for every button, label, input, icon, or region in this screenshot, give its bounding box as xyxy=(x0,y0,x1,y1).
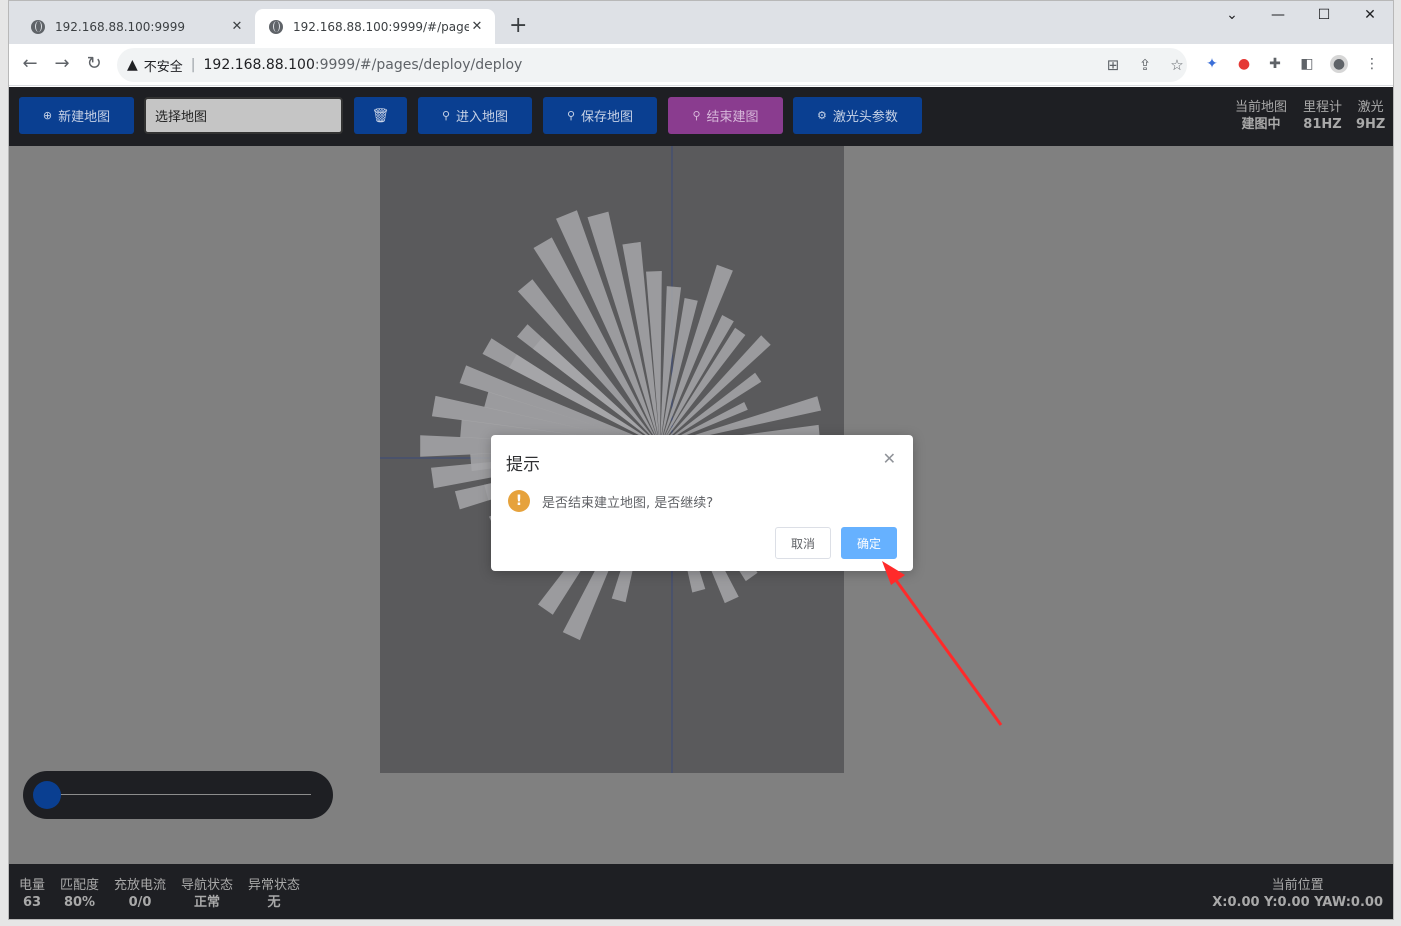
new-tab-icon[interactable]: + xyxy=(509,14,527,38)
url-path: :9999/#/pages/deploy/deploy xyxy=(314,57,523,73)
stat-value: X:0.00 Y:0.00 YAW:0.00 xyxy=(1212,895,1383,910)
tab-title: 192.168.88.100:9999/#/pages/ xyxy=(293,19,469,34)
location-pin-icon: ⚲ xyxy=(566,109,576,122)
slider-track[interactable] xyxy=(47,794,311,795)
app-viewport: ⊕ 新建地图 选择地图 🗑 ⚲ 进入地图 ⚲ 保存地图 ⚲ 结束建图 ⚙ 激光头… xyxy=(9,87,1393,919)
forward-icon[interactable]: → xyxy=(51,54,73,74)
browser-toolbar: ← → ↻ ▲ 不安全 | 192.168.88.100:9999/#/page… xyxy=(9,44,1393,86)
stat-label: 电量 xyxy=(19,878,46,893)
trash-icon: 🗑 xyxy=(371,107,390,124)
extensions-puzzle-icon[interactable]: ✚ xyxy=(1266,55,1284,73)
stat-label: 匹配度 xyxy=(60,878,100,893)
globe-icon xyxy=(269,19,283,34)
menu-kebab-icon[interactable]: ⋮ xyxy=(1363,55,1381,73)
stat-value: 80% xyxy=(63,895,96,910)
extension-chat-icon[interactable]: ● xyxy=(1235,55,1253,73)
share-icon[interactable]: ⇪ xyxy=(1135,56,1155,74)
app-bottombar: 电量 63 匹配度 80% 充放电流 0/0 导航状态 正常 异常状态 无 当前… xyxy=(9,864,1393,919)
stat-label: 异常状态 xyxy=(248,878,301,893)
end-build-label: 结束建图 xyxy=(706,110,759,125)
extension-bird-icon[interactable]: ✦ xyxy=(1203,55,1221,73)
back-icon[interactable]: ← xyxy=(19,54,41,74)
enter-map-label: 进入地图 xyxy=(456,110,509,125)
side-panel-icon[interactable]: ◧ xyxy=(1298,55,1316,73)
stat-laser: 激光 9HZ xyxy=(1356,99,1385,133)
confirm-dialog: 提示 ✕ ! 是否结束建立地图, 是否继续? 取消 确定 xyxy=(491,435,913,571)
maximize-icon[interactable]: ☐ xyxy=(1301,7,1347,23)
stat-value: 9HZ xyxy=(1356,117,1386,132)
new-map-button[interactable]: ⊕ 新建地图 xyxy=(19,97,134,134)
delete-map-button[interactable]: 🗑 xyxy=(354,97,407,134)
confirm-button[interactable]: 确定 xyxy=(841,527,897,559)
dialog-title: 提示 xyxy=(506,455,540,475)
gear-icon: ⚙ xyxy=(817,109,827,122)
stat-battery: 电量 63 xyxy=(19,877,45,911)
enter-map-button[interactable]: ⚲ 进入地图 xyxy=(418,97,532,134)
new-map-label: 新建地图 xyxy=(58,110,111,125)
save-map-button[interactable]: ⚲ 保存地图 xyxy=(543,97,657,134)
url-host: 192.168.88.100 xyxy=(203,57,315,73)
map-select-input[interactable]: 选择地图 xyxy=(144,97,343,134)
tab-strip: 192.168.88.100:9999 ✕ 192.168.88.100:999… xyxy=(9,1,1393,44)
tab-active[interactable]: 192.168.88.100:9999/#/pages/ ✕ xyxy=(255,9,495,44)
bookmark-star-icon[interactable]: ☆ xyxy=(1167,56,1187,74)
window-close-icon[interactable]: ✕ xyxy=(1347,7,1393,23)
stat-value: 建图中 xyxy=(1241,117,1281,132)
stat-match: 匹配度 80% xyxy=(60,877,99,911)
plus-circle-icon: ⊕ xyxy=(42,109,53,122)
stat-odometer: 里程计 81HZ xyxy=(1303,99,1342,133)
map-select-placeholder: 选择地图 xyxy=(155,110,208,125)
location-pin-icon: ⚲ xyxy=(692,109,701,122)
close-icon[interactable]: ✕ xyxy=(229,19,245,34)
globe-icon xyxy=(31,19,45,34)
stat-nav: 导航状态 正常 xyxy=(181,877,233,911)
separator: | xyxy=(190,57,196,73)
close-icon[interactable]: ✕ xyxy=(469,19,485,34)
stat-position: 当前位置 X:0.00 Y:0.00 YAW:0.00 xyxy=(1212,877,1383,911)
translate-icon[interactable]: ⊞ xyxy=(1103,56,1123,74)
tab-search-icon[interactable]: ⌄ xyxy=(1209,7,1255,23)
stat-label: 导航状态 xyxy=(181,878,234,893)
stat-error: 异常状态 无 xyxy=(248,877,300,911)
save-map-label: 保存地图 xyxy=(581,110,634,125)
app-topbar: ⊕ 新建地图 选择地图 🗑 ⚲ 进入地图 ⚲ 保存地图 ⚲ 结束建图 ⚙ 激光头… xyxy=(9,87,1393,146)
location-pin-icon: ⚲ xyxy=(441,109,451,122)
stat-label: 激光 xyxy=(1357,100,1384,115)
stat-label: 里程计 xyxy=(1303,100,1343,115)
tab-first[interactable]: 192.168.88.100:9999 ✕ xyxy=(17,9,255,44)
slider-knob[interactable] xyxy=(33,781,61,809)
reload-icon[interactable]: ↻ xyxy=(83,54,105,74)
zoom-slider[interactable] xyxy=(23,771,333,819)
stat-current-map: 当前地图 建图中 xyxy=(1235,99,1287,133)
cancel-button[interactable]: 取消 xyxy=(775,527,831,559)
address-bar[interactable]: ▲ 不安全 | 192.168.88.100:9999/#/pages/depl… xyxy=(117,48,1187,82)
stat-value: 0/0 xyxy=(128,895,152,910)
stat-value: 无 xyxy=(267,895,281,910)
insecure-label[interactable]: 不安全 xyxy=(144,56,183,75)
profile-avatar-icon[interactable]: ● xyxy=(1330,55,1348,73)
browser-window: 192.168.88.100:9999 ✕ 192.168.88.100:999… xyxy=(8,0,1394,920)
stat-value: 正常 xyxy=(194,895,221,910)
stat-current: 充放电流 0/0 xyxy=(114,877,166,911)
laser-params-button[interactable]: ⚙ 激光头参数 xyxy=(793,97,922,134)
tab-title: 192.168.88.100:9999 xyxy=(55,19,186,34)
stat-value: 81HZ xyxy=(1303,117,1342,132)
stat-value: 63 xyxy=(22,895,42,910)
laser-params-label: 激光头参数 xyxy=(832,110,898,125)
end-build-button[interactable]: ⚲ 结束建图 xyxy=(668,97,783,134)
stat-label: 当前位置 xyxy=(1271,878,1324,893)
dialog-message: 是否结束建立地图, 是否继续? xyxy=(542,496,714,511)
warning-icon: ! xyxy=(508,490,530,512)
stat-label: 充放电流 xyxy=(114,878,167,893)
minimize-icon[interactable]: — xyxy=(1255,7,1301,23)
warning-triangle-icon[interactable]: ▲ xyxy=(127,57,138,73)
stat-label: 当前地图 xyxy=(1235,100,1288,115)
close-icon[interactable]: ✕ xyxy=(883,449,896,468)
